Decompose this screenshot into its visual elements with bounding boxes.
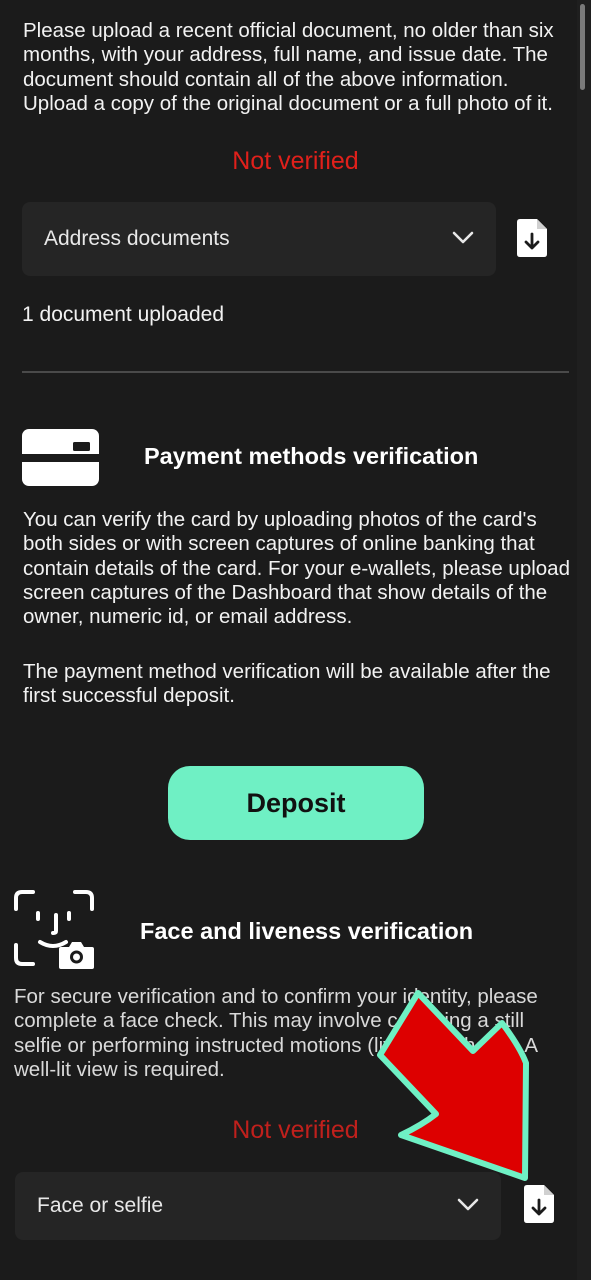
- scrollbar-thumb[interactable]: [580, 4, 585, 90]
- address-status-badge: Not verified: [232, 147, 359, 175]
- address-upload-button[interactable]: [514, 218, 550, 263]
- file-download-icon: [523, 1184, 555, 1229]
- file-download-icon: [516, 218, 548, 263]
- section-divider: [22, 371, 569, 373]
- address-description: Please upload a recent official document…: [23, 19, 554, 115]
- deposit-button[interactable]: Deposit: [168, 766, 424, 840]
- address-document-select[interactable]: Address documents: [22, 202, 496, 276]
- face-select-value: Face or selfie: [37, 1194, 164, 1217]
- payment-note: The payment method verification will be …: [23, 660, 551, 708]
- payment-section-title: Payment methods verification: [144, 443, 479, 469]
- address-select-value: Address documents: [44, 227, 230, 250]
- chevron-down-icon: [457, 1194, 479, 1218]
- annotation-arrow: [377, 990, 529, 1181]
- face-upload-button[interactable]: [521, 1184, 557, 1229]
- face-section-title: Face and liveness verification: [140, 918, 474, 944]
- camera-icon: [58, 940, 95, 970]
- payment-description: You can verify the card by uploading pho…: [23, 508, 570, 629]
- card-icon: [22, 429, 99, 486]
- uploaded-count-text: 1 document uploaded: [22, 303, 224, 326]
- scrollbar[interactable]: [577, 0, 591, 1280]
- chevron-down-icon: [452, 227, 474, 251]
